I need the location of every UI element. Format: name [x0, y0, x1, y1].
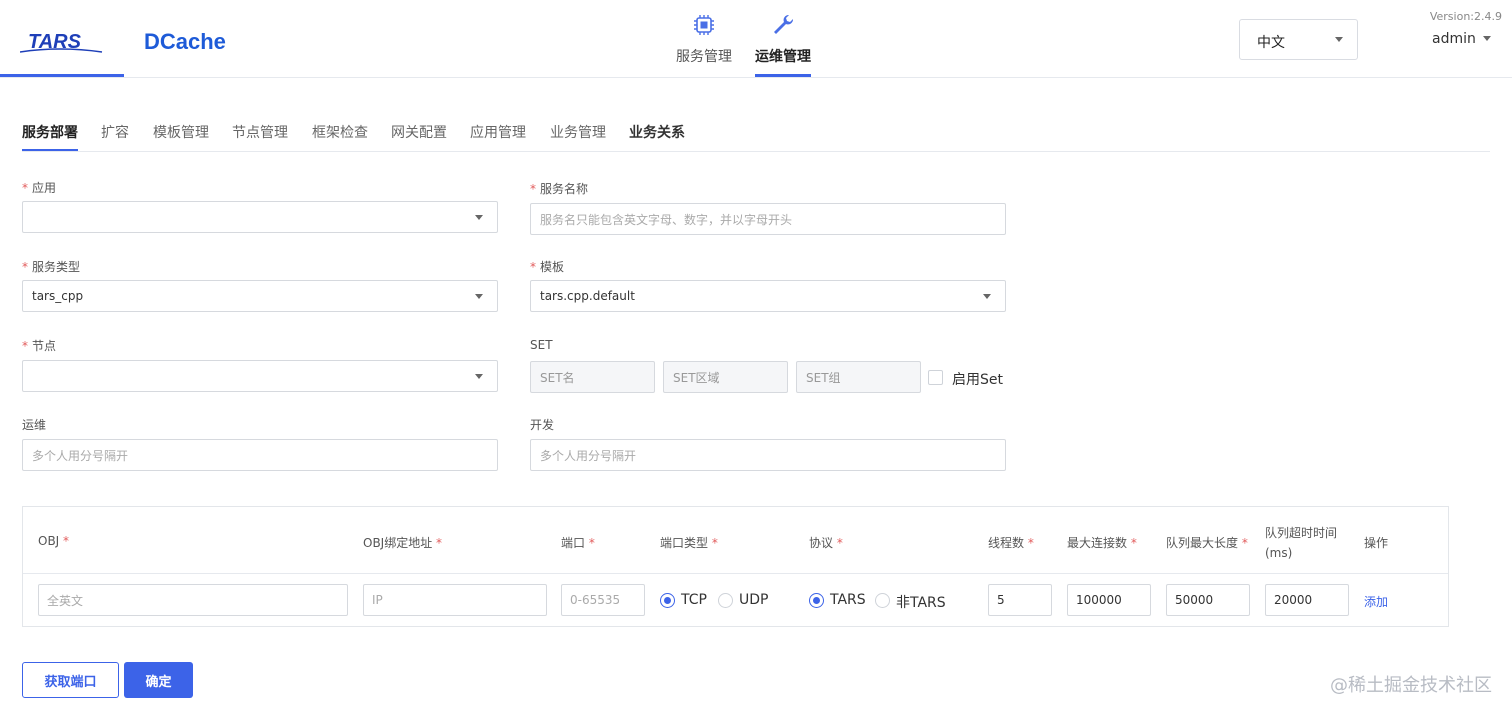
logo-active-indicator [0, 74, 124, 77]
server-type-select[interactable]: tars_cpp [22, 280, 498, 312]
tab-service-deploy[interactable]: 服务部署 [22, 122, 78, 142]
dev-input[interactable]: 多个人用分号隔开 [530, 439, 1006, 471]
node-label: * 节点 [22, 339, 57, 353]
chevron-down-icon [475, 294, 483, 299]
node-select[interactable] [22, 360, 498, 392]
server-name-input[interactable]: 服务名只能包含英文字母、数字，并以字母开头 [530, 203, 1006, 235]
th-bind-address: OBJ绑定地址 * [363, 536, 443, 550]
th-port: 端口 * [561, 536, 595, 550]
set-group-input[interactable]: SET组 [796, 361, 921, 393]
tab-app-management[interactable]: 应用管理 [470, 122, 526, 142]
server-name-label: * 服务名称 [530, 182, 589, 196]
tars-protocol-radio[interactable] [809, 593, 824, 608]
version-label: Version:2.4.9 [1429, 10, 1502, 23]
tars-protocol-label: TARS [830, 592, 866, 608]
chevron-down-icon [475, 215, 483, 220]
tab-node-management[interactable]: 节点管理 [232, 122, 288, 142]
tab-active-indicator [22, 149, 78, 151]
udp-radio[interactable] [718, 593, 733, 608]
tab-gateway-config[interactable]: 网关配置 [391, 122, 447, 142]
port-input[interactable]: 0-65535 [561, 584, 645, 616]
non-tars-protocol-radio[interactable] [875, 593, 890, 608]
user-name: admin [1432, 31, 1476, 47]
add-row-link[interactable]: 添加 [1364, 593, 1388, 610]
queue-max-input[interactable]: 50000 [1166, 584, 1250, 616]
ops-label: 运维 [22, 418, 47, 432]
app-select[interactable] [22, 201, 498, 233]
tars-logo-text: TARS [28, 31, 82, 53]
table-header: OBJ * OBJ绑定地址 * 端口 * 端口类型 * 协议 * 线程数 * 最… [23, 507, 1448, 574]
th-queue-max: 队列最大长度 * [1166, 536, 1248, 550]
tcp-radio[interactable] [660, 593, 675, 608]
confirm-button[interactable]: 确定 [124, 662, 193, 698]
chevron-down-icon [1335, 37, 1343, 42]
udp-label: UDP [739, 592, 769, 608]
tab-scale-out[interactable]: 扩容 [101, 122, 129, 142]
nav-service-management[interactable]: 服务管理 [669, 10, 739, 76]
server-type-label: * 服务类型 [22, 260, 81, 274]
max-connections-input[interactable]: 100000 [1067, 584, 1151, 616]
th-max-connections: 最大连接数 * [1067, 536, 1137, 550]
get-port-button[interactable]: 获取端口 [22, 662, 119, 698]
language-value: 中文 [1257, 35, 1285, 51]
th-protocol: 协议 * [809, 536, 843, 550]
dcache-logo[interactable]: DCache [142, 26, 242, 58]
chevron-down-icon [1483, 36, 1491, 41]
top-header: TARS DCache 服务管理 运维管理 中文 Version:2.4.9 a… [0, 0, 1512, 78]
queue-timeout-input[interactable]: 20000 [1265, 584, 1349, 616]
th-threads: 线程数 * [988, 536, 1034, 550]
tab-framework-check[interactable]: 框架检查 [312, 122, 368, 142]
nav-ops-management[interactable]: 运维管理 [748, 10, 818, 76]
obj-table: OBJ * OBJ绑定地址 * 端口 * 端口类型 * 协议 * 线程数 * 最… [22, 506, 1449, 627]
app-label: * 应用 [22, 181, 57, 195]
user-menu[interactable]: admin [1432, 31, 1491, 47]
dcache-logo-text: DCache [144, 29, 226, 54]
chevron-down-icon [475, 374, 483, 379]
tars-logo[interactable]: TARS [20, 26, 110, 56]
tab-business-management[interactable]: 业务管理 [550, 122, 606, 142]
nav-active-indicator [755, 74, 811, 77]
tcp-label: TCP [681, 592, 707, 608]
dev-label: 开发 [530, 418, 555, 432]
set-label: SET [530, 338, 553, 352]
watermark: @稀土掘金技术社区 [1330, 675, 1492, 696]
th-queue-timeout: 队列超时时间 (ms) [1265, 526, 1338, 560]
bind-address-input[interactable]: IP [363, 584, 547, 616]
language-select[interactable]: 中文 [1239, 19, 1358, 60]
non-tars-protocol-label: 非TARS [896, 595, 946, 611]
th-port-type: 端口类型 * [660, 536, 718, 550]
th-operation: 操作 [1364, 536, 1389, 550]
nav-ops-management-label: 运维管理 [755, 49, 811, 65]
wrench-icon [774, 14, 794, 34]
chip-icon [694, 15, 714, 35]
set-name-input[interactable]: SET名 [530, 361, 655, 393]
tab-bar: 服务部署 扩容 模板管理 节点管理 框架检查 网关配置 应用管理 业务管理 业务… [22, 118, 1490, 152]
tab-template-management[interactable]: 模板管理 [153, 122, 209, 142]
enable-set-label: 启用Set [952, 372, 1003, 388]
chevron-down-icon [983, 294, 991, 299]
threads-input[interactable]: 5 [988, 584, 1052, 616]
tab-business-relation[interactable]: 业务关系 [629, 122, 685, 142]
template-label: * 模板 [530, 260, 565, 274]
ops-input[interactable]: 多个人用分号隔开 [22, 439, 498, 471]
obj-input[interactable]: 全英文 [38, 584, 348, 616]
template-select[interactable]: tars.cpp.default [530, 280, 1006, 312]
set-area-input[interactable]: SET区域 [663, 361, 788, 393]
enable-set-checkbox[interactable] [928, 370, 943, 385]
nav-service-management-label: 服务管理 [676, 49, 732, 65]
th-obj: OBJ * [38, 534, 70, 548]
